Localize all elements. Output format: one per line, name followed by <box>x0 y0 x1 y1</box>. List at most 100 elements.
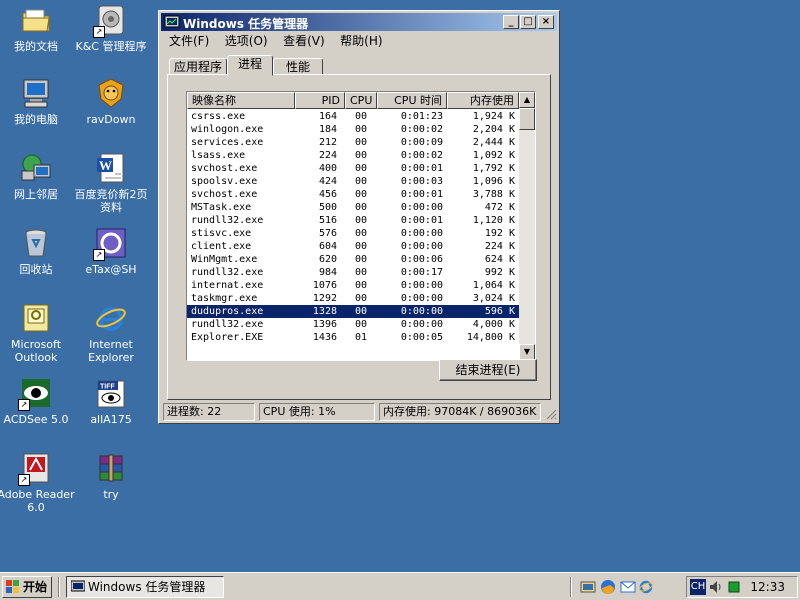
desktop-icon-label: 我的文档 <box>14 40 58 53</box>
desktop-icon-my-computer[interactable]: 我的电脑 <box>0 77 75 126</box>
task-manager-window[interactable]: Windows 任务管理器 _ □ × 文件(F) 选项(O) 查看(V) 帮助… <box>158 10 560 424</box>
status-cpu-usage: CPU 使用: 1% <box>259 403 375 421</box>
quick-launch <box>578 577 678 597</box>
column-image-name[interactable]: 映像名称 <box>187 92 295 109</box>
process-cpu-time: 0:00:00 <box>400 293 443 304</box>
process-pid: 424 <box>318 176 337 187</box>
end-process-button[interactable]: 结束进程(E) <box>439 359 537 381</box>
process-row[interactable]: stisvc.exe 576 00 0:00:00 192 K <box>187 227 519 240</box>
process-cpu-time: 0:00:02 <box>400 150 443 161</box>
menu-options[interactable]: 选项(O) <box>221 32 272 50</box>
process-cpu-time: 0:00:00 <box>400 241 443 252</box>
process-memory: 2,444 K <box>472 137 515 148</box>
process-row[interactable]: winlogon.exe 184 00 0:00:02 2,204 K <box>187 123 519 136</box>
maximize-button[interactable]: □ <box>520 15 536 29</box>
desktop-icon-ravdown[interactable]: ravDown <box>72 77 150 126</box>
process-row[interactable]: taskmgr.exe 1292 00 0:00:00 3,024 K <box>187 292 519 305</box>
process-row[interactable]: services.exe 212 00 0:00:09 2,444 K <box>187 136 519 149</box>
process-pid: 400 <box>318 163 337 174</box>
network-status-icon[interactable] <box>727 580 741 597</box>
volume-icon[interactable] <box>709 579 723 598</box>
process-row[interactable]: spoolsv.exe 424 00 0:00:03 1,096 K <box>187 175 519 188</box>
process-row[interactable]: MSTask.exe 500 00 0:00:00 472 K <box>187 201 519 214</box>
close-button[interactable]: × <box>538 15 554 29</box>
vertical-scrollbar[interactable]: ▲ ▼ <box>519 92 535 360</box>
process-row[interactable]: rundll32.exe 984 00 0:00:17 992 K <box>187 266 519 279</box>
desktop-icon-recycle-bin[interactable]: 回收站 <box>0 227 75 276</box>
process-row[interactable]: rundll32.exe 1396 00 0:00:00 4,000 K <box>187 318 519 331</box>
resize-grip-icon[interactable] <box>545 408 557 420</box>
clock[interactable]: 12:33 <box>750 577 785 597</box>
desktop-icon-my-documents[interactable]: 我的文档 <box>0 4 75 53</box>
process-row[interactable]: WinMgmt.exe 620 00 0:00:06 624 K <box>187 253 519 266</box>
outlook-icon <box>20 302 52 334</box>
process-cpu: 00 <box>354 306 367 317</box>
desktop-icon-adobe-reader[interactable]: ↗ Adobe Reader 6.0 <box>0 452 75 514</box>
desktop-icon-internet-explorer[interactable]: Internet Explorer <box>72 302 150 364</box>
desktop-icon-label: 百度竞价新2页资料 <box>74 188 148 214</box>
title-bar[interactable]: Windows 任务管理器 _ □ × <box>161 13 557 31</box>
column-memory[interactable]: 内存使用 <box>447 92 519 109</box>
desktop-icon-etax[interactable]: ↗ eTax@SH <box>72 227 150 276</box>
launch-internet-explorer-icon[interactable] <box>638 579 654 598</box>
menu-help[interactable]: 帮助(H) <box>336 32 386 50</box>
scroll-down-button[interactable]: ▼ <box>519 344 535 360</box>
scroll-up-button[interactable]: ▲ <box>519 92 535 108</box>
process-cpu-time: 0:00:00 <box>400 306 443 317</box>
process-row[interactable]: csrss.exe 164 00 0:01:23 1,924 K <box>187 110 519 123</box>
desktop-icon-network[interactable]: 网上邻居 <box>0 152 75 201</box>
process-row[interactable]: dudupros.exe 1328 00 0:00:00 596 K <box>187 305 519 318</box>
process-cpu: 00 <box>354 319 367 330</box>
process-row[interactable]: client.exe 604 00 0:00:00 224 K <box>187 240 519 253</box>
column-cpu[interactable]: CPU <box>345 92 377 109</box>
desktop-icon-label: K&C 管理程序 <box>75 40 147 53</box>
process-row[interactable]: svchost.exe 400 00 0:00:01 1,792 K <box>187 162 519 175</box>
process-list[interactable]: 映像名称 PID CPU CPU 时间 内存使用 csrss.exe 164 00 0… <box>186 91 536 361</box>
process-cpu-time: 0:00:03 <box>400 176 443 187</box>
firefox-like-icon[interactable] <box>600 579 616 598</box>
taskbar: 开始 Windows 任务管理器 CH 12:33 <box>0 572 800 600</box>
input-language-indicator[interactable]: CH <box>690 579 706 595</box>
menu-bar: 文件(F) 选项(O) 查看(V) 帮助(H) <box>161 32 557 50</box>
desktop-icon-alla175[interactable]: TIFF allA175 <box>72 377 150 426</box>
process-row[interactable]: internat.exe 1076 00 0:00:00 1,064 K <box>187 279 519 292</box>
column-pid[interactable]: PID <box>295 92 345 109</box>
show-desktop-icon[interactable] <box>580 579 596 598</box>
process-name: services.exe <box>191 137 264 148</box>
process-pid: 456 <box>318 189 337 200</box>
scroll-thumb[interactable] <box>519 108 535 130</box>
status-bar: 进程数: 22 CPU 使用: 1% 内存使用: 97084K / 869036… <box>161 403 557 421</box>
process-row[interactable]: rundll32.exe 516 00 0:00:01 1,120 K <box>187 214 519 227</box>
process-row[interactable]: Explorer.EXE 1436 01 0:00:05 14,800 K <box>187 331 519 344</box>
outlook-express-icon[interactable] <box>620 579 636 598</box>
process-pid: 224 <box>318 150 337 161</box>
process-row[interactable]: svchost.exe 456 00 0:00:01 3,788 K <box>187 188 519 201</box>
process-memory: 3,024 K <box>472 293 515 304</box>
taskbar-button-task-manager[interactable]: Windows 任务管理器 <box>66 576 224 598</box>
minimize-button[interactable]: _ <box>503 15 519 29</box>
process-cpu: 00 <box>354 228 367 239</box>
menu-view[interactable]: 查看(V) <box>279 32 329 50</box>
process-row[interactable]: lsass.exe 224 00 0:00:02 1,092 K <box>187 149 519 162</box>
desktop-icon-try[interactable]: try <box>72 452 150 501</box>
tab-applications[interactable]: 应用程序 <box>169 58 227 75</box>
process-name: taskmgr.exe <box>191 293 258 304</box>
process-name: client.exe <box>191 241 252 252</box>
tab-processes[interactable]: 进程 <box>227 55 273 76</box>
tab-performance[interactable]: 性能 <box>273 58 323 75</box>
process-cpu-time: 0:00:01 <box>400 163 443 174</box>
process-name: WinMgmt.exe <box>191 254 258 265</box>
menu-file[interactable]: 文件(F) <box>165 32 213 50</box>
desktop-icon-outlook[interactable]: Microsoft Outlook <box>0 302 75 364</box>
column-cpu-time[interactable]: CPU 时间 <box>377 92 447 109</box>
shortcut-arrow-icon: ↗ <box>93 26 105 38</box>
desktop-icon-acdsee[interactable]: ↗ ACDSee 5.0 <box>0 377 75 426</box>
process-name: svchost.exe <box>191 163 258 174</box>
desktop-icon-kc-program[interactable]: ↗ K&C 管理程序 <box>72 4 150 53</box>
task-manager-icon <box>70 580 86 594</box>
desktop-icon-baidu-doc[interactable]: W 百度竞价新2页资料 <box>72 152 150 214</box>
svg-text:W: W <box>99 158 112 173</box>
start-button[interactable]: 开始 <box>2 576 52 598</box>
process-cpu: 00 <box>354 137 367 148</box>
process-cpu: 00 <box>354 202 367 213</box>
